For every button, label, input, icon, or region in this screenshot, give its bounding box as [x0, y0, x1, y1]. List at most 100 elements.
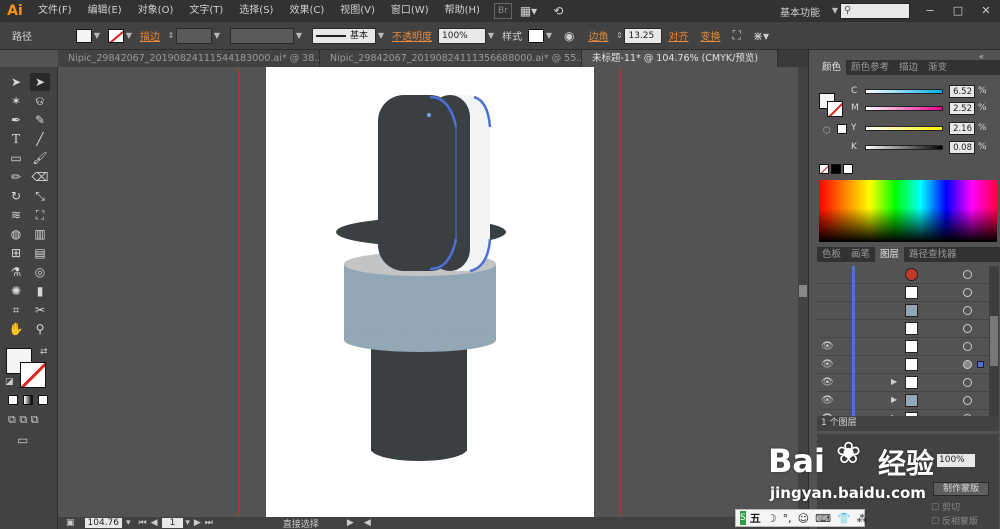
grid-icon[interactable]: ⁂ — [857, 512, 868, 525]
minimize-button[interactable]: − — [916, 0, 944, 22]
corner-label[interactable]: 边角 — [588, 28, 608, 43]
keyboard-icon[interactable]: ⌨ — [815, 512, 831, 525]
symbol-sprayer-tool-icon[interactable]: ✺ — [6, 282, 26, 300]
menu-file[interactable]: 文件(F) — [30, 0, 80, 22]
white-swatch[interactable] — [843, 164, 853, 174]
eraser-tool-icon[interactable]: ⌫ — [30, 168, 50, 186]
color-spectrum[interactable] — [819, 180, 997, 242]
align-link[interactable]: 对齐 — [668, 28, 688, 43]
document-tab[interactable]: Nipic_29842067_20190824111544183000.ai* … — [58, 50, 320, 67]
menu-view[interactable]: 视图(V) — [332, 0, 383, 22]
pencil-tool-icon[interactable]: ✏ — [6, 168, 26, 186]
pen-tool-icon[interactable]: ✒ — [6, 111, 26, 129]
yellow-value[interactable]: 2.16 — [949, 121, 975, 135]
color-panel-stroke-swatch[interactable] — [827, 101, 843, 117]
artboard-nav-icon[interactable]: ▣ — [66, 518, 75, 528]
scrollbar-thumb[interactable] — [799, 285, 807, 297]
type-tool-icon[interactable]: T — [6, 130, 26, 148]
perspective-grid-tool-icon[interactable]: ▥ — [30, 225, 50, 243]
chevron-down-icon[interactable]: ▼ — [294, 29, 304, 43]
transform-link[interactable]: 变换 — [700, 28, 720, 43]
free-transform-tool-icon[interactable]: ⛶ — [30, 206, 50, 224]
blend-tool-icon[interactable]: ◎ — [30, 263, 50, 281]
drawing-mode-icon[interactable]: ⧉ ⧉ ⧉ — [8, 413, 39, 427]
chevron-down-icon[interactable]: ▾ — [185, 518, 190, 528]
chevron-down-icon[interactable]: ▼ — [92, 29, 102, 43]
magic-wand-tool-icon[interactable]: ✶ — [6, 92, 26, 110]
menu-type[interactable]: 文字(T) — [181, 0, 231, 22]
lasso-tool-icon[interactable]: ଡ — [30, 92, 50, 110]
chevron-down-icon[interactable]: ▼ — [544, 29, 554, 43]
layer-row[interactable]: 👁▶ — [817, 392, 997, 410]
visibility-eye-icon[interactable]: 👁 — [821, 359, 834, 371]
menu-select[interactable]: 选择(S) — [231, 0, 281, 22]
anchor-point[interactable] — [427, 113, 431, 117]
target-icon[interactable] — [963, 342, 972, 351]
tab-swatches[interactable]: 色板 — [817, 247, 846, 262]
punctuation-icon[interactable]: °, — [783, 512, 792, 525]
target-icon[interactable] — [963, 270, 972, 279]
eyedropper-tool-icon[interactable]: ⚗ — [6, 263, 26, 281]
black-swatch[interactable] — [831, 164, 841, 174]
stepper-icon[interactable]: ⇕ — [614, 29, 624, 43]
visibility-eye-icon[interactable]: 👁 — [821, 377, 834, 389]
artboard-tool-icon[interactable]: ⌗ — [6, 301, 26, 319]
magenta-value[interactable]: 2.52 — [949, 101, 975, 115]
zoom-tool-icon[interactable]: ⚲ — [30, 320, 50, 338]
document-tab[interactable]: Nipic_29842067_20190824111356688000.ai* … — [320, 50, 582, 67]
layer-row[interactable] — [817, 266, 997, 284]
yellow-slider[interactable] — [865, 125, 943, 131]
tab-color-guide[interactable]: 颜色参考 — [846, 60, 894, 75]
next-artboard-icon[interactable]: ▶ — [194, 518, 201, 528]
none-mode-icon[interactable] — [38, 395, 48, 405]
target-icon[interactable] — [963, 288, 972, 297]
chevron-down-icon[interactable]: ▼ — [212, 29, 222, 43]
recolor-icon[interactable]: ◉ — [564, 29, 574, 43]
chevron-down-icon[interactable]: ▼ — [486, 29, 496, 43]
layer-row[interactable] — [817, 320, 997, 338]
target-icon[interactable] — [963, 378, 972, 387]
workspace-switcher[interactable]: 基本功能 — [780, 4, 820, 19]
scroll-left-icon[interactable]: ◀ — [364, 518, 371, 528]
moon-icon[interactable]: ☽ — [767, 512, 777, 525]
ime-toolbar[interactable]: S 五 ☽ °, ☺ ⌨ 👕 ⁂ — [735, 509, 868, 527]
selection-tool-icon[interactable]: ➤ — [6, 73, 26, 91]
black-value[interactable]: 0.08 — [949, 140, 975, 154]
search-input[interactable]: ⚲ — [840, 3, 910, 19]
ime-mode-label[interactable]: 五 — [750, 510, 761, 526]
artwork[interactable] — [58, 67, 808, 517]
variable-width-field[interactable] — [230, 27, 294, 44]
layer-row[interactable]: 👁▶ — [817, 374, 997, 392]
tab-color[interactable]: 颜色 — [817, 60, 847, 75]
cyan-value[interactable]: 6.52 — [949, 84, 975, 98]
width-tool-icon[interactable]: ≋ — [6, 206, 26, 224]
close-button[interactable]: ✕ — [972, 0, 1000, 22]
layer-row[interactable]: 👁 — [817, 338, 997, 356]
stepper-icon[interactable]: ⇕ — [166, 29, 176, 43]
stroke-color-box[interactable] — [20, 362, 46, 388]
color-mode-icon[interactable] — [8, 395, 18, 405]
tab-brushes[interactable]: 画笔 — [846, 247, 875, 262]
scale-tool-icon[interactable]: ⤡ — [30, 187, 50, 205]
arrange-documents-icon[interactable]: ▦▾ — [512, 0, 545, 22]
target-icon[interactable] — [963, 306, 972, 315]
direct-selection-tool-icon[interactable]: ➤ — [30, 73, 50, 91]
gradient-tool-icon[interactable]: ▤ — [30, 244, 50, 262]
skin-icon[interactable]: 👕 — [837, 512, 851, 525]
stroke-swatch[interactable] — [108, 28, 124, 43]
menu-effect[interactable]: 效果(C) — [281, 0, 332, 22]
rotate-tool-icon[interactable]: ↻ — [6, 187, 26, 205]
layer-row-selected[interactable]: 👁 — [817, 356, 997, 374]
target-icon[interactable] — [963, 396, 972, 405]
stroke-label[interactable]: 描边 — [140, 28, 160, 43]
opacity-field[interactable]: 100% — [438, 27, 486, 44]
layers-scrollbar[interactable] — [989, 266, 999, 428]
expand-arrow-icon[interactable]: ▶ — [891, 377, 897, 386]
black-slider[interactable] — [865, 144, 943, 150]
line-tool-icon[interactable]: ╱ — [30, 130, 50, 148]
mesh-tool-icon[interactable]: ⊞ — [6, 244, 26, 262]
prev-artboard-icon[interactable]: ◀ — [151, 518, 158, 528]
brush-style-field[interactable]: 基本 — [312, 27, 376, 44]
gradient-mode-icon[interactable] — [23, 395, 33, 405]
chevron-down-icon[interactable]: ▾ — [126, 518, 131, 528]
